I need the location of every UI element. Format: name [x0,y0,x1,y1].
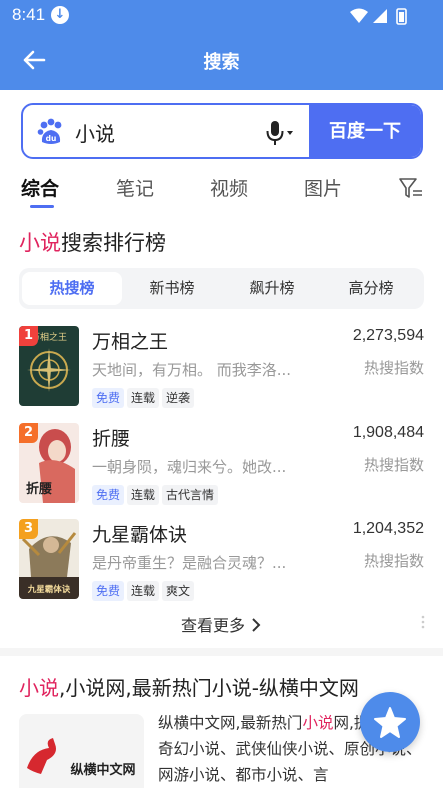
section-divider [0,648,443,656]
search-box[interactable]: du 小说 百度一下 [21,103,423,159]
hot-index-label: 热搜指数 [363,359,424,377]
ranking-segmented-control: 热搜榜 新书榜 飙升榜 高分榜 [19,268,424,309]
page-title: 搜索 [203,52,240,73]
tag: 连载 [127,485,160,505]
status-time: 8:41 [12,5,46,24]
book-tags: 免费 连载 古代言情 [92,484,221,505]
book-cover: 万相之王 1 [19,326,79,406]
microphone-icon[interactable] [265,119,295,147]
ranking-item[interactable]: 折腰 2 折腰 一朝身陨，魂归来兮。她改... 免费 连载 古代言情 1,908,4… [0,423,443,513]
segment-hot[interactable]: 热搜榜 [22,272,122,305]
book-description: 一朝身陨，魂归来兮。她改... [92,458,287,476]
rank-badge: 1 [19,326,38,346]
rank-badge: 3 [19,519,38,539]
book-tags: 免费 连载 爽文 [92,580,197,601]
ranking-item[interactable]: 九星霸体诀 3 九星霸体诀 是丹帝重生？是融合灵魂？... 免费 连载 爽文 1,2… [0,519,443,609]
wifi-icon [350,8,368,23]
book-title: 九星霸体诀 [92,524,188,546]
tag: 爽文 [162,581,195,601]
see-more-link[interactable]: 查看更多 [0,612,443,636]
hot-index-label: 热搜指数 [363,552,424,570]
tag: 古代言情 [162,485,219,505]
tag: 连载 [127,388,160,408]
tab-videos[interactable]: 视频 [210,174,248,201]
title-bar: 搜索 [0,30,443,90]
tag: 免费 [92,485,125,505]
book-description: 天地间，有万相。 而我李洛... [92,361,292,379]
book-title: 万相之王 [92,331,169,353]
tag: 连载 [127,581,160,601]
see-more-label: 查看更多 [180,616,245,635]
signal-icon [373,9,387,23]
segment-rising[interactable]: 飙升榜 [222,272,322,305]
rank-badge: 2 [19,423,38,443]
svg-text:纵横中文网: 纵横中文网 [70,762,135,778]
baidu-du-icon: du [37,118,62,144]
tag: 免费 [92,581,125,601]
svg-text:九星霸体诀: 九星霸体诀 [27,584,71,595]
ranking-item[interactable]: 万相之王 1 万相之王 天地间，有万相。 而我李洛... 免费 连载 逆袭 2,27… [0,326,443,416]
svg-text:du: du [46,134,57,143]
ranking-title: 小说搜索排行榜 [19,231,166,255]
book-cover: 九星霸体诀 3 [19,519,79,599]
search-input[interactable]: 小说 [75,118,115,147]
search-button[interactable]: 百度一下 [309,105,421,157]
active-tab-indicator [30,205,54,208]
tab-notes[interactable]: 笔记 [116,174,154,201]
filter-icon[interactable] [398,176,424,200]
result-thumbnail[interactable]: 纵横中文网 [19,714,144,788]
book-tags: 免费 连载 逆袭 [92,387,197,408]
favorite-fab-button[interactable] [360,692,420,752]
svg-text:折腰: 折腰 [26,481,52,497]
tab-comprehensive[interactable]: 综合 [21,174,59,201]
status-bar: 8:41 ↓ [0,0,443,30]
download-icon: ↓ [51,6,69,24]
book-description: 是丹帝重生？是融合灵魂？... [92,554,287,572]
result-title-link[interactable]: 小说,小说网,最新热门小说-纵横中文网 [19,672,359,701]
more-options-icon[interactable] [421,615,425,629]
hot-index-value: 1,204,352 [352,520,424,537]
book-cover: 折腰 2 [19,423,79,503]
segment-top-rated[interactable]: 高分榜 [321,272,421,305]
tab-images[interactable]: 图片 [304,174,342,201]
chevron-right-icon [250,617,262,636]
book-title: 折腰 [92,428,131,450]
tag: 免费 [92,388,125,408]
status-icons [350,8,407,25]
result-tabs: 综合 笔记 视频 图片 [0,168,443,210]
hot-index-value: 1,908,484 [352,424,424,441]
tag: 逆袭 [162,388,195,408]
hot-index-label: 热搜指数 [363,456,424,474]
hot-index-value: 2,273,594 [352,327,424,344]
star-icon [374,707,406,738]
segment-new[interactable]: 新书榜 [122,272,222,305]
